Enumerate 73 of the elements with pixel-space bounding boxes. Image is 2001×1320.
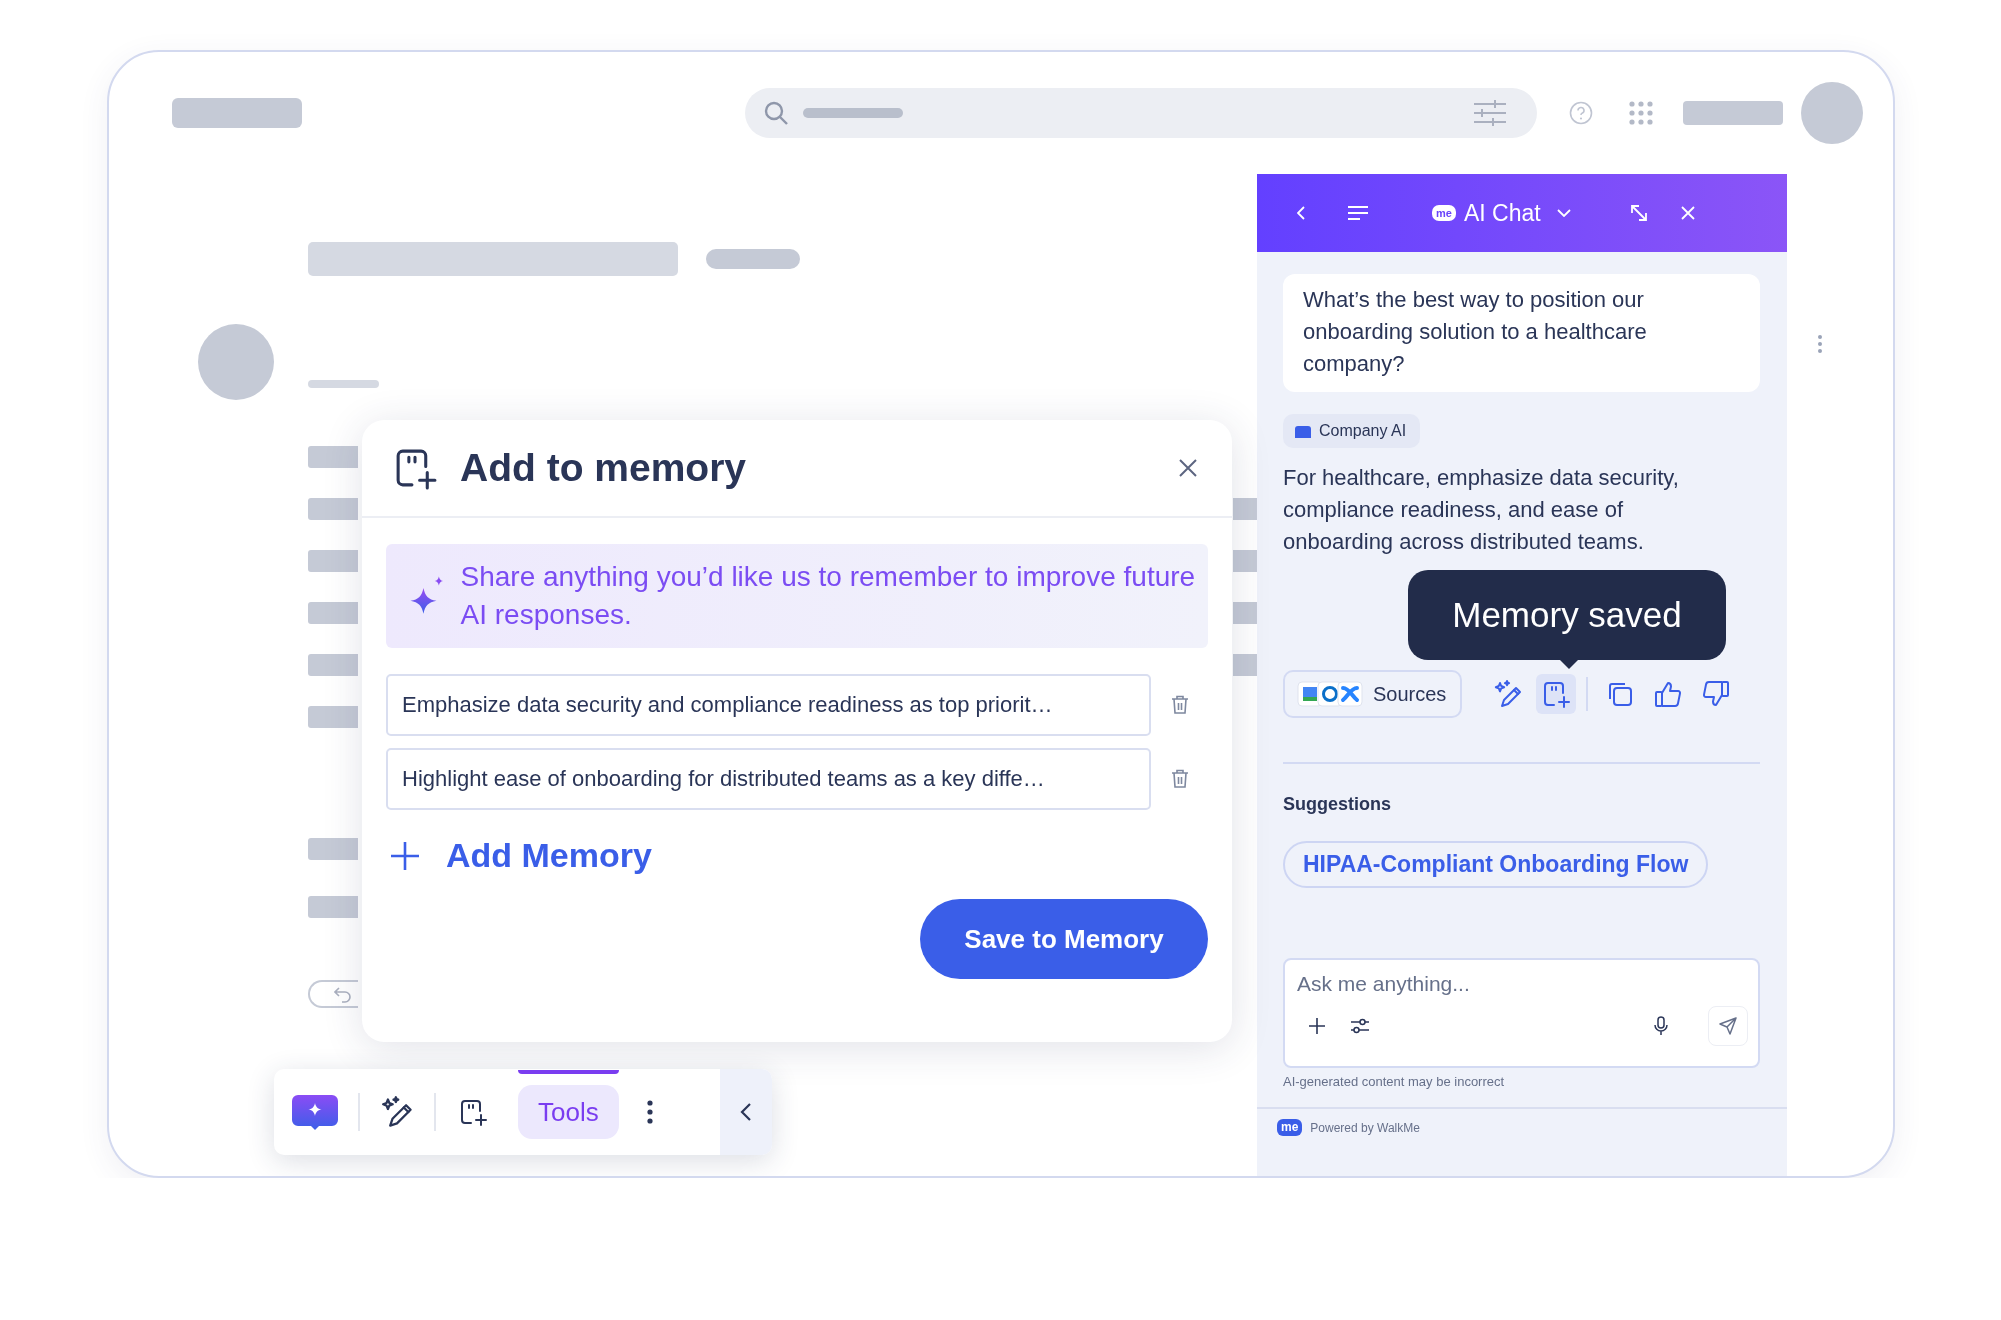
tooltip-pointer bbox=[1560, 660, 1578, 669]
menu-icon bbox=[1348, 206, 1368, 220]
send-button[interactable] bbox=[1708, 1006, 1749, 1046]
expand-icon bbox=[1630, 205, 1647, 221]
magic-pencil-icon bbox=[380, 1095, 414, 1129]
memory-field[interactable]: Highlight ease of onboarding for distributed teams as a key diffe… bbox=[386, 748, 1151, 810]
send-icon bbox=[1719, 1017, 1738, 1035]
chevron-left-icon bbox=[740, 1102, 752, 1122]
close-icon bbox=[1680, 206, 1695, 220]
logo-badge: me bbox=[1277, 1119, 1303, 1136]
ai-response: For healthcare, emphasize data security, compliance readiness, and ease of onboarding across distributed teams. bbox=[1283, 464, 1680, 556]
chevron-down-icon bbox=[1556, 209, 1571, 217]
close-icon bbox=[1178, 458, 1198, 478]
text-placeholder bbox=[1233, 602, 1257, 624]
text-placeholder bbox=[308, 896, 358, 918]
text-placeholder bbox=[1233, 654, 1257, 676]
user-message: What’s the best way to position our onboarding solution to a healthcare company? bbox=[1283, 274, 1761, 392]
text-placeholder bbox=[308, 838, 358, 860]
source-logos-icon bbox=[1297, 681, 1363, 707]
text-placeholder bbox=[308, 654, 358, 676]
text-placeholder bbox=[308, 380, 379, 388]
settings-button[interactable] bbox=[1351, 1018, 1369, 1034]
sources-button[interactable]: Sources bbox=[1283, 670, 1463, 718]
suggestion-chip[interactable]: HIPAA-Compliant Onboarding Flow bbox=[1283, 841, 1709, 888]
message-input[interactable]: Ask me anything... bbox=[1297, 970, 1749, 998]
trash-icon bbox=[1171, 769, 1189, 789]
plus-icon bbox=[390, 840, 420, 871]
undo-icon bbox=[334, 985, 352, 1003]
chat-sparkle-icon bbox=[292, 1094, 338, 1130]
chevron-left-icon bbox=[1297, 206, 1306, 220]
company-logo-icon bbox=[1295, 424, 1311, 438]
thumbs-down-icon bbox=[1701, 679, 1732, 709]
menu-button[interactable] bbox=[1348, 206, 1368, 220]
section-heading: Suggestions bbox=[1283, 794, 1392, 815]
close-button[interactable] bbox=[1680, 206, 1695, 220]
logo-badge: me bbox=[1432, 205, 1456, 221]
memory-add-icon bbox=[1541, 679, 1572, 709]
save-button[interactable]: Save to Memory bbox=[920, 899, 1208, 979]
dialog-title: Add to memory bbox=[460, 446, 747, 490]
back-button[interactable] bbox=[1297, 206, 1306, 220]
filter-icon bbox=[1473, 99, 1507, 127]
text-placeholder bbox=[308, 550, 358, 572]
more-button[interactable] bbox=[646, 1100, 653, 1124]
text-placeholder bbox=[308, 498, 358, 520]
memory-field[interactable]: Emphasize data security and compliance readiness as top priorit… bbox=[386, 674, 1151, 736]
footer-text: Powered by WalkMe bbox=[1310, 1120, 1420, 1135]
add-memory-button[interactable]: Add Memory bbox=[390, 836, 652, 875]
disclaimer: AI-generated content may be incorrect bbox=[1283, 1074, 1506, 1089]
ai-chat-button[interactable] bbox=[292, 1094, 338, 1130]
text-placeholder bbox=[308, 446, 358, 468]
trash-icon bbox=[1171, 695, 1189, 715]
microphone-icon bbox=[1654, 1016, 1669, 1036]
memory-add-icon bbox=[458, 1097, 488, 1127]
text-placeholder bbox=[308, 706, 358, 728]
text-placeholder bbox=[1233, 498, 1257, 520]
thumbs-up-icon bbox=[1653, 679, 1684, 709]
banner-text: Share anything you’d like us to remember to improve future AI responses. bbox=[460, 560, 1197, 632]
add-memory-button[interactable] bbox=[458, 1097, 488, 1127]
plus-icon bbox=[1309, 1018, 1325, 1034]
text-placeholder bbox=[308, 602, 358, 624]
magic-pencil-icon bbox=[1493, 679, 1524, 709]
expand-button[interactable] bbox=[1630, 205, 1647, 221]
sliders-icon bbox=[1351, 1018, 1369, 1034]
chat-title-dropdown[interactable]: me AI Chat bbox=[1432, 199, 1571, 227]
search-icon bbox=[763, 100, 789, 126]
mic-button[interactable] bbox=[1654, 1016, 1669, 1036]
more-icon bbox=[646, 1100, 653, 1124]
source-name: Company AI bbox=[1319, 422, 1407, 440]
more-icon[interactable] bbox=[1817, 334, 1824, 354]
attach-button[interactable] bbox=[1309, 1018, 1325, 1034]
text-placeholder bbox=[1233, 550, 1257, 572]
rewrite-button[interactable] bbox=[380, 1095, 414, 1129]
tooltip: Memory saved bbox=[1408, 570, 1726, 660]
